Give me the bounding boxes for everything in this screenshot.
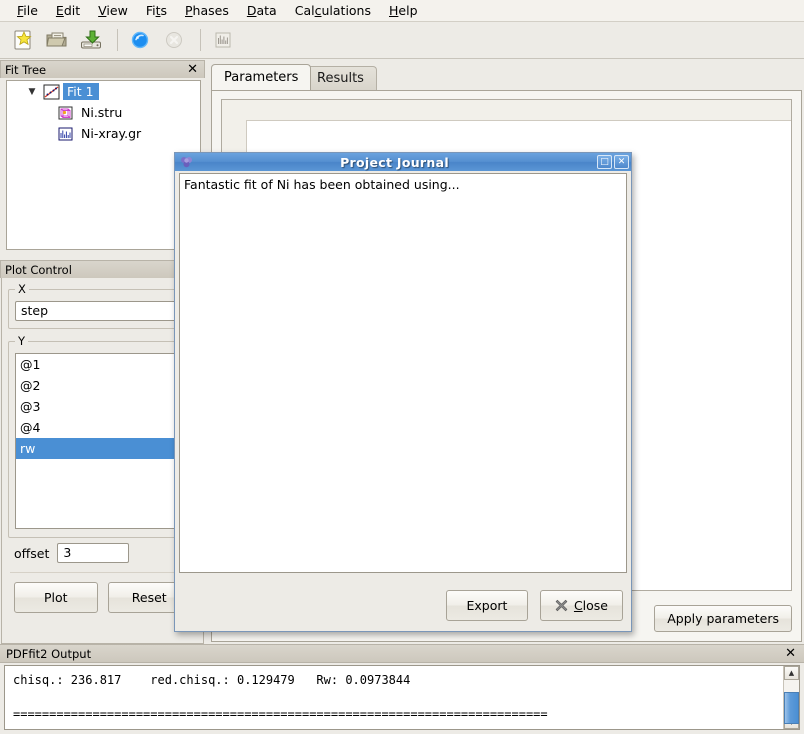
toolbar bbox=[0, 22, 804, 59]
chevron-down-icon[interactable]: ▼ bbox=[21, 87, 43, 97]
x-axis-group: X bbox=[8, 282, 197, 329]
plot-chart-icon bbox=[208, 26, 238, 54]
main-area: Fit Tree ✕ ▼ bbox=[0, 60, 804, 644]
tab-parameters[interactable]: Parameters bbox=[211, 64, 311, 90]
pdffit2-output-body: chisq.: 236.817 red.chisq.: 0.129479 Rw:… bbox=[4, 665, 800, 730]
tree-item-structure-label: Ni.stru bbox=[77, 104, 127, 121]
export-button[interactable]: Export bbox=[446, 590, 528, 621]
menu-item-fits[interactable]: Fits bbox=[137, 1, 176, 20]
menu-item-data[interactable]: Data bbox=[238, 1, 286, 20]
pdffit2-output-text[interactable]: chisq.: 236.817 red.chisq.: 0.129479 Rw:… bbox=[5, 666, 783, 729]
project-journal-textarea[interactable]: Fantastic fit of Ni has been obtained us… bbox=[179, 173, 627, 573]
menu-item-calculations[interactable]: Calculations bbox=[286, 1, 380, 20]
fit-tree-header: Fit Tree ✕ bbox=[0, 60, 205, 78]
tab-bar: Parameters Results bbox=[211, 66, 802, 90]
tree-item-dataset-label: Ni-xray.gr bbox=[77, 125, 146, 142]
menu-item-view[interactable]: View bbox=[89, 1, 137, 20]
y-list-item[interactable]: @4 bbox=[16, 417, 189, 438]
plot-control-title: Plot Control bbox=[5, 263, 200, 277]
close-x-icon bbox=[555, 599, 568, 612]
project-journal-dialog: Project Journal □ ✕ Fantastic fit of Ni … bbox=[174, 152, 632, 632]
apply-parameters-button[interactable]: Apply parameters bbox=[654, 605, 792, 632]
tree-item-fit-1-label: Fit 1 bbox=[63, 83, 99, 100]
y-axis-list[interactable]: @1 @2 @3 @4 rw bbox=[15, 353, 190, 529]
close-button[interactable]: Close bbox=[540, 590, 623, 621]
scrollbar-track[interactable] bbox=[784, 680, 799, 715]
tree-item-fit-1[interactable]: ▼ Fit 1 bbox=[7, 81, 200, 102]
plot-control-buttons: Plot Reset bbox=[8, 582, 197, 613]
apply-parameters-row: Apply parameters bbox=[654, 605, 792, 632]
open-folder-icon[interactable] bbox=[42, 26, 72, 54]
project-journal-title: Project Journal bbox=[194, 155, 595, 170]
parameters-table-header bbox=[222, 100, 791, 121]
fit-tree-close-icon[interactable]: ✕ bbox=[185, 63, 200, 76]
menu-item-file[interactable]: File bbox=[8, 1, 47, 20]
close-icon[interactable]: ✕ bbox=[614, 155, 629, 169]
offset-label: offset bbox=[14, 546, 49, 561]
y-axis-group: Y @1 @2 @3 @4 rw bbox=[8, 334, 197, 538]
close-button-label: Close bbox=[574, 598, 608, 613]
y-list-item[interactable]: @3 bbox=[16, 396, 189, 417]
plot-control-divider bbox=[10, 572, 195, 573]
toolbar-separator-2 bbox=[200, 29, 201, 51]
project-journal-buttons: Export Close bbox=[446, 590, 623, 621]
fit-tree-list[interactable]: ▼ Fit 1 bbox=[6, 80, 201, 250]
fit-graph-icon bbox=[43, 84, 60, 100]
pdffit2-output-dock: PDFfit2 Output ✕ chisq.: 236.817 red.chi… bbox=[0, 644, 804, 734]
offset-row: offset bbox=[14, 543, 197, 563]
y-list-item[interactable]: @2 bbox=[16, 375, 189, 396]
save-disk-icon[interactable] bbox=[76, 26, 106, 54]
plot-button[interactable]: Plot bbox=[14, 582, 98, 613]
offset-input[interactable] bbox=[57, 543, 129, 563]
menu-item-help[interactable]: Help bbox=[380, 1, 427, 20]
project-journal-titlebar[interactable]: Project Journal □ ✕ bbox=[175, 153, 631, 171]
y-axis-group-label: Y bbox=[15, 334, 28, 348]
y-list-item[interactable]: @1 bbox=[16, 354, 189, 375]
toolbar-separator-1 bbox=[117, 29, 118, 51]
maximize-icon[interactable]: □ bbox=[597, 155, 612, 169]
x-axis-group-label: X bbox=[15, 282, 29, 296]
menu-bar: File Edit View Fits Phases Data Calculat… bbox=[0, 0, 804, 22]
menu-item-phases[interactable]: Phases bbox=[176, 1, 238, 20]
scroll-up-icon[interactable]: ▲ bbox=[784, 666, 799, 680]
pdffit2-output-title: PDFfit2 Output bbox=[6, 647, 783, 661]
tree-item-structure[interactable]: Ni.stru bbox=[7, 102, 200, 123]
new-fit-icon[interactable] bbox=[8, 26, 38, 54]
tab-results[interactable]: Results bbox=[304, 66, 377, 90]
structure-icon bbox=[57, 105, 74, 121]
pdffit2-output-scrollbar[interactable]: ▲ ▼ bbox=[783, 666, 799, 729]
scrollbar-thumb[interactable] bbox=[784, 692, 799, 724]
fit-tree-title: Fit Tree bbox=[5, 63, 185, 77]
molecule-icon bbox=[179, 155, 194, 169]
x-axis-input[interactable] bbox=[15, 301, 190, 321]
stop-fit-icon bbox=[159, 26, 189, 54]
menu-item-edit[interactable]: Edit bbox=[47, 1, 89, 20]
y-list-item-selected[interactable]: rw bbox=[16, 438, 189, 459]
tree-item-dataset[interactable]: Ni-xray.gr bbox=[7, 123, 200, 144]
run-fit-icon[interactable] bbox=[125, 26, 155, 54]
pdffit2-output-close-icon[interactable]: ✕ bbox=[783, 647, 798, 660]
dataset-icon bbox=[57, 126, 74, 142]
pdffit2-output-header: PDFfit2 Output ✕ bbox=[0, 644, 804, 663]
